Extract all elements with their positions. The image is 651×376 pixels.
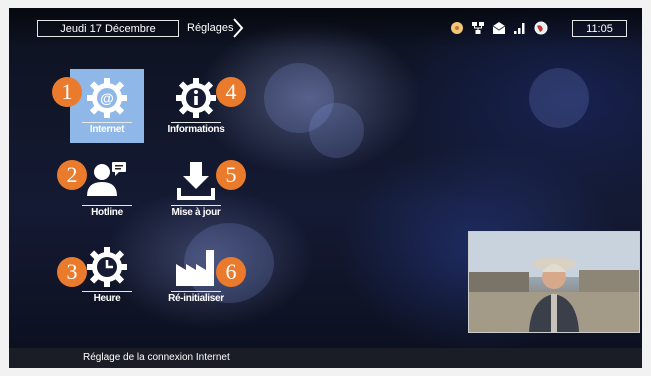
date-display: Jeudi 17 Décembre <box>37 20 179 37</box>
disc-icon <box>451 22 463 34</box>
globe-icon <box>534 21 548 35</box>
menu-item-internet[interactable]: @ Internet <box>70 69 144 143</box>
background-bokeh <box>529 68 589 128</box>
callout-badge-3: 3 <box>57 257 87 287</box>
menu-label-heure: Heure <box>93 293 121 304</box>
callout-badge-6: 6 <box>216 257 246 287</box>
callout-badge-2: 2 <box>57 160 87 190</box>
menu-divider <box>171 122 221 123</box>
menu-label-hotline: Hotline <box>91 207 123 218</box>
breadcrumb[interactable]: Réglages <box>187 20 233 37</box>
callout-badge-1: 1 <box>52 77 82 107</box>
tv-screen: Jeudi 17 Décembre Réglages 11:05 @ Inter… <box>9 8 642 368</box>
menu-divider <box>171 205 221 206</box>
callout-badge-5: 5 <box>216 160 246 190</box>
background-bokeh <box>309 103 364 158</box>
menu-divider <box>171 291 221 292</box>
preview-scene <box>469 232 639 332</box>
top-bar: Jeudi 17 Décembre Réglages 11:05 <box>9 8 642 48</box>
mail-icon <box>492 22 506 34</box>
menu-divider <box>82 291 132 292</box>
chevron-right-icon <box>233 18 244 38</box>
gear-clock-icon <box>87 247 127 287</box>
menu-divider <box>82 122 132 123</box>
download-icon <box>177 162 215 200</box>
svg-text:@: @ <box>100 90 114 106</box>
callout-badge-4: 4 <box>216 77 246 107</box>
menu-label-mise-a-jour: Mise à jour <box>171 207 221 218</box>
signal-icon <box>514 23 525 34</box>
gear-at-icon: @ <box>87 78 127 118</box>
support-person-icon <box>87 162 126 196</box>
menu-label-reinitialiser: Ré-initialiser <box>168 293 224 304</box>
network-icon <box>472 22 484 34</box>
clock-display: 11:05 <box>572 20 627 37</box>
help-bar: Réglage de la connexion Internet <box>9 348 642 368</box>
menu-label-informations: Informations <box>167 124 225 135</box>
menu-divider <box>82 205 132 206</box>
live-tv-preview[interactable] <box>468 231 640 333</box>
help-text: Réglage de la connexion Internet <box>83 352 230 363</box>
factory-icon <box>176 250 214 286</box>
gear-info-icon <box>176 78 216 118</box>
menu-label-internet: Internet <box>89 124 125 135</box>
status-icons <box>450 21 548 35</box>
